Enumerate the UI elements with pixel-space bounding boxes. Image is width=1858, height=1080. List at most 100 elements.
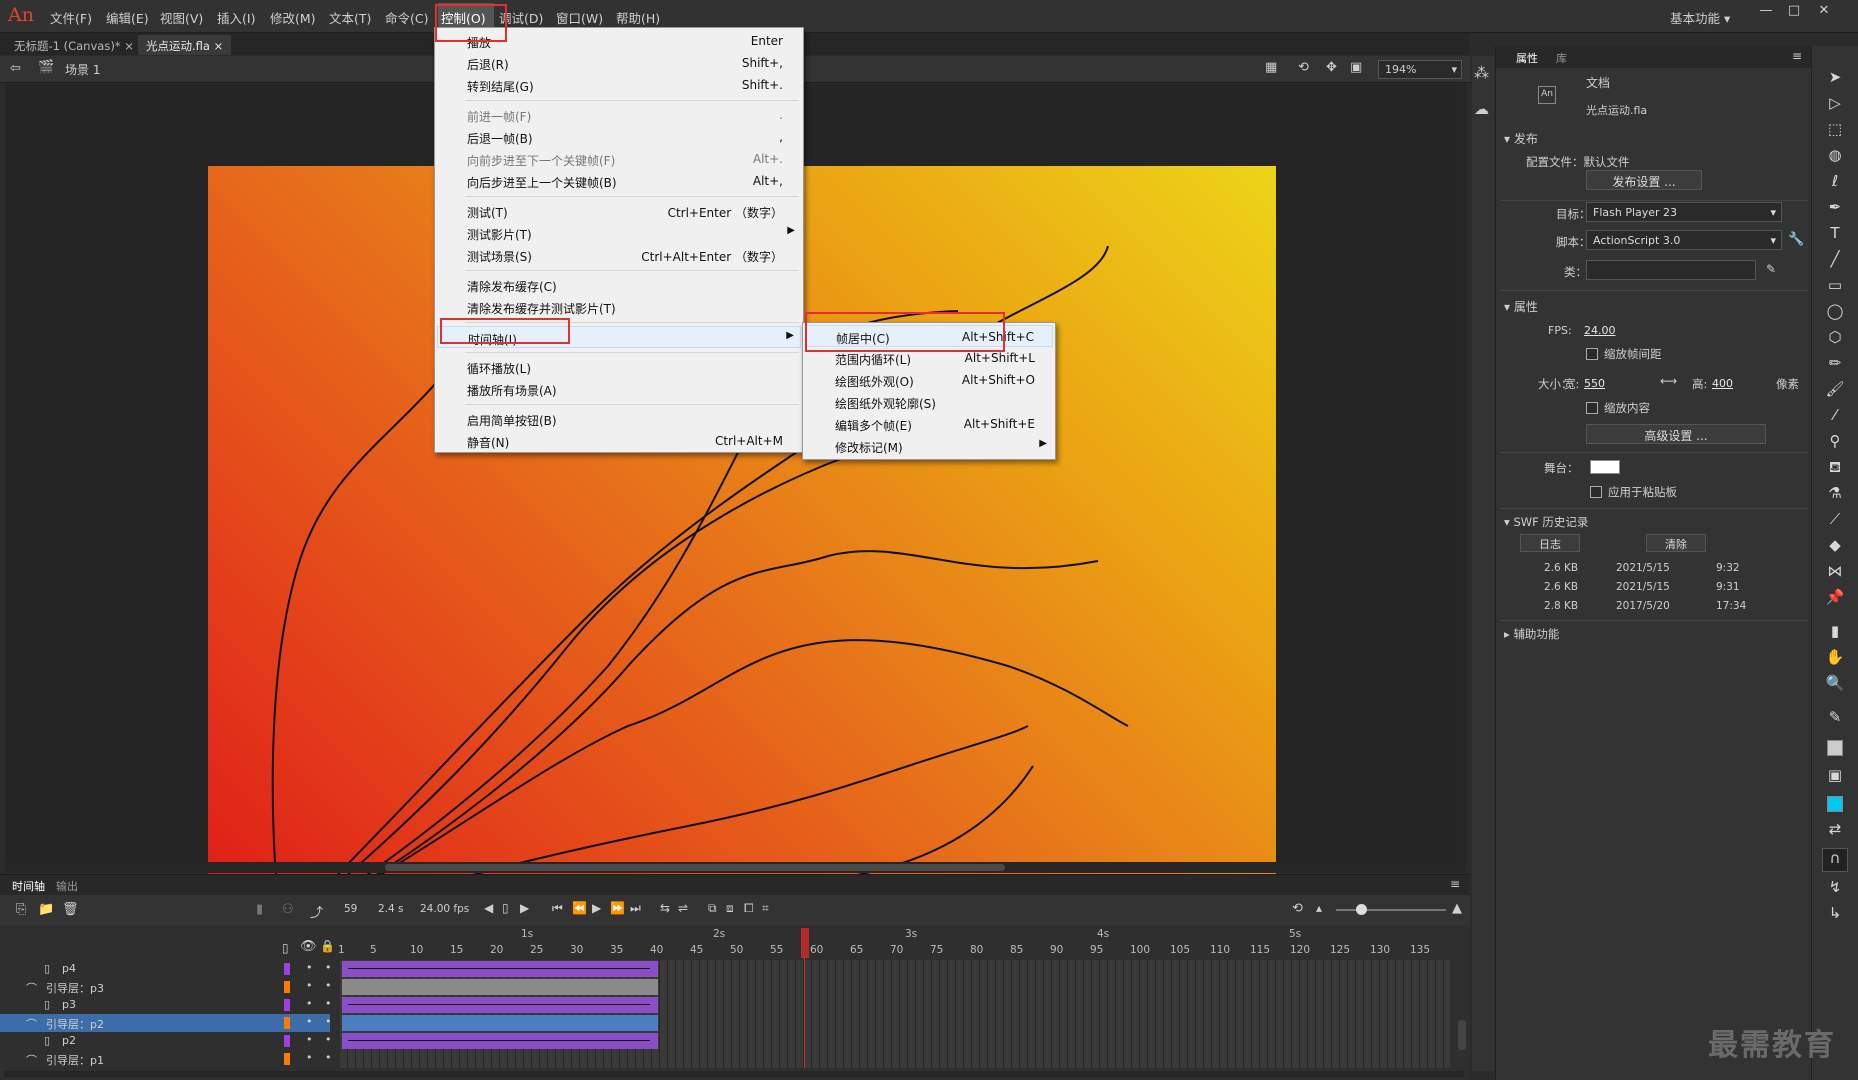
layer-lock-dot[interactable]: •	[325, 979, 332, 992]
tab-output[interactable]: 输出	[56, 878, 78, 894]
prev-marker-icon[interactable]: ◀	[484, 901, 493, 915]
smooth-icon[interactable]: ↯	[1822, 878, 1848, 902]
menu-text[interactable]: 文本(T)	[329, 8, 371, 27]
menu-item-rewind[interactable]: 后退(R) Shift+,	[437, 52, 801, 74]
paint-bucket-icon[interactable]: ⛾	[1822, 458, 1848, 482]
stage-color-swatch[interactable]	[1590, 460, 1620, 474]
advanced-settings-button[interactable]: 高级设置 ...	[1586, 424, 1766, 444]
workspace-selector[interactable]: 基本功能 ▾	[1670, 8, 1730, 27]
pin-icon[interactable]: 📌	[1822, 588, 1848, 612]
selection-tool-icon[interactable]: ➤	[1822, 68, 1848, 92]
frame-size-slider[interactable]	[1336, 909, 1446, 911]
target-select[interactable]: Flash Player 23 ▾	[1586, 202, 1782, 222]
frame-row[interactable]	[340, 1050, 1450, 1068]
last-frame-icon[interactable]: ⏭	[630, 901, 641, 916]
line-tool-icon[interactable]: ╱	[1822, 250, 1848, 274]
menu-item-test-movie[interactable]: 测试影片(T) ▶	[437, 222, 801, 244]
cc-libraries-icon[interactable]: ☁	[1474, 100, 1489, 118]
layer-lock-dot[interactable]: •	[325, 997, 332, 1010]
lasso-icon[interactable]: ℓ	[1822, 172, 1848, 196]
link-icon[interactable]: ⟷	[1660, 374, 1677, 388]
layer-lock-dot[interactable]: •	[325, 1033, 332, 1046]
guide-frame-span[interactable]	[342, 979, 658, 995]
pen-tool-icon[interactable]: ✒	[1822, 198, 1848, 222]
layer-visibility-dot[interactable]: •	[306, 961, 313, 974]
layer-lock-dot[interactable]: •	[325, 1051, 332, 1064]
next-marker-icon[interactable]: ▶	[520, 901, 529, 915]
paint-brush-icon[interactable]: 🖌	[1822, 380, 1848, 404]
class-input[interactable]	[1586, 260, 1756, 280]
width-value[interactable]: 550	[1584, 377, 1605, 390]
tab-timeline[interactable]: 时间轴	[12, 878, 45, 894]
zoom-in-icon[interactable]: ▲	[1452, 901, 1462, 916]
tab-untitled[interactable]: 无标题-1 (Canvas)* ×	[6, 35, 142, 55]
layer-color-swatch[interactable]	[284, 963, 290, 975]
current-frame[interactable]: 59	[344, 903, 357, 915]
layer-color-swatch[interactable]	[284, 1017, 290, 1029]
publish-section[interactable]: ▾ 发布	[1504, 130, 1538, 147]
onion-markers-icon[interactable]: ⌗	[762, 901, 769, 916]
menu-item-test-scene[interactable]: 测试场景(S) Ctrl+Alt+Enter （数字）	[437, 244, 801, 266]
zoom-out-icon[interactable]: ▴	[1316, 901, 1322, 915]
motion-tween-span[interactable]	[342, 1033, 658, 1049]
swf-history-section[interactable]: ▾ SWF 历史记录	[1504, 514, 1588, 530]
step-forward-icon[interactable]: ⏩	[610, 901, 625, 915]
close-icon[interactable]: ✕	[1812, 3, 1836, 23]
new-layer-icon[interactable]: ⎘	[16, 902, 26, 917]
menu-item-edit-multiple[interactable]: 编辑多个帧(E) Alt+Shift+E	[805, 413, 1053, 435]
fill-bucket-icon[interactable]: ▣	[1822, 766, 1848, 790]
menu-item-test[interactable]: 测试(T) Ctrl+Enter （数字）	[437, 200, 801, 222]
slider-thumb[interactable]	[1356, 904, 1367, 915]
components-icon[interactable]: ⁂	[1474, 64, 1489, 82]
menu-item-step-forward[interactable]: 前进一帧(F).	[437, 104, 801, 126]
menu-item-loop[interactable]: 循环播放(L)	[437, 356, 801, 378]
tab-guangdian[interactable]: 光点运动.fla ×	[138, 35, 232, 55]
log-button[interactable]: 日志	[1520, 534, 1580, 552]
menu-item-goto-end[interactable]: 转到结尾(G) Shift+.	[437, 74, 801, 96]
menu-file[interactable]: 文件(F)	[50, 8, 92, 27]
minimize-icon[interactable]: —	[1754, 3, 1778, 23]
menu-item-mute[interactable]: 静音(N) Ctrl+Alt+M	[437, 430, 801, 452]
attributes-section[interactable]: ▾ 属性	[1504, 298, 1538, 315]
scale-spacing-checkbox[interactable]	[1586, 348, 1598, 360]
straighten-icon[interactable]: ↳	[1822, 904, 1848, 928]
timeline-vertical-scrollbar[interactable]	[1458, 1020, 1466, 1050]
menu-item-onion-skin[interactable]: 绘图纸外观(O) Alt+Shift+O	[805, 369, 1053, 391]
3d-rotation-icon[interactable]: ◍	[1822, 146, 1848, 170]
layer-row[interactable]: ⌒ 引导层：p3 • •	[0, 978, 332, 996]
menu-window[interactable]: 窗口(W)	[556, 8, 603, 27]
layer-lock-dot[interactable]: •	[325, 1015, 332, 1028]
layer-row[interactable]: ⌒ 引导层：p1 • •	[0, 1050, 332, 1068]
layer-visibility-dot[interactable]: •	[306, 1051, 313, 1064]
clip-icon[interactable]: ▦	[1265, 60, 1277, 75]
step-back-icon[interactable]: ⏪	[572, 901, 587, 915]
stage-horizontal-scrollbar[interactable]	[5, 862, 1465, 873]
bone-tool-icon[interactable]: ⚲	[1822, 432, 1848, 456]
guide-frame-span[interactable]	[342, 1015, 658, 1031]
fill-color-swatch[interactable]	[1827, 796, 1843, 812]
ink-bottle-icon[interactable]: ⚗	[1822, 484, 1848, 508]
menu-item-next-keyframe[interactable]: 向前步进至下一个关键帧(F) Alt+.	[437, 148, 801, 170]
clear-button[interactable]: 清除	[1646, 534, 1706, 552]
brush-tool-icon[interactable]: ⁄	[1822, 406, 1848, 430]
parent-layer-icon[interactable]: ⚇	[282, 902, 294, 917]
center-stage-icon[interactable]: ✥	[1326, 60, 1337, 75]
wrench-icon[interactable]: 🔧	[1788, 232, 1804, 247]
text-tool-icon[interactable]: T	[1822, 224, 1848, 248]
eye-header-icon[interactable]: 👁	[300, 939, 317, 954]
new-folder-icon[interactable]: 📁	[38, 902, 54, 917]
layer-visibility-dot[interactable]: •	[306, 1033, 313, 1046]
menu-item-prev-keyframe[interactable]: 向后步进至上一个关键帧(B) Alt+,	[437, 170, 801, 192]
layer-visibility-dot[interactable]: •	[306, 979, 313, 992]
graph-icon[interactable]: ⤴	[310, 902, 323, 921]
menu-item-play-all-scenes[interactable]: 播放所有场景(A)	[437, 378, 801, 400]
menu-insert[interactable]: 插入(I)	[217, 8, 255, 27]
stroke-color-swatch[interactable]	[1827, 740, 1843, 756]
motion-tween-span[interactable]	[342, 997, 658, 1013]
hand-tool-icon[interactable]: ✋	[1822, 648, 1848, 672]
layer-color-swatch[interactable]	[284, 981, 290, 993]
publish-settings-button[interactable]: 发布设置 ...	[1586, 170, 1702, 190]
loop-icon[interactable]: ⇆	[660, 901, 670, 915]
menu-view[interactable]: 视图(V)	[160, 8, 203, 27]
pencil-icon[interactable]: ✎	[1766, 262, 1776, 276]
